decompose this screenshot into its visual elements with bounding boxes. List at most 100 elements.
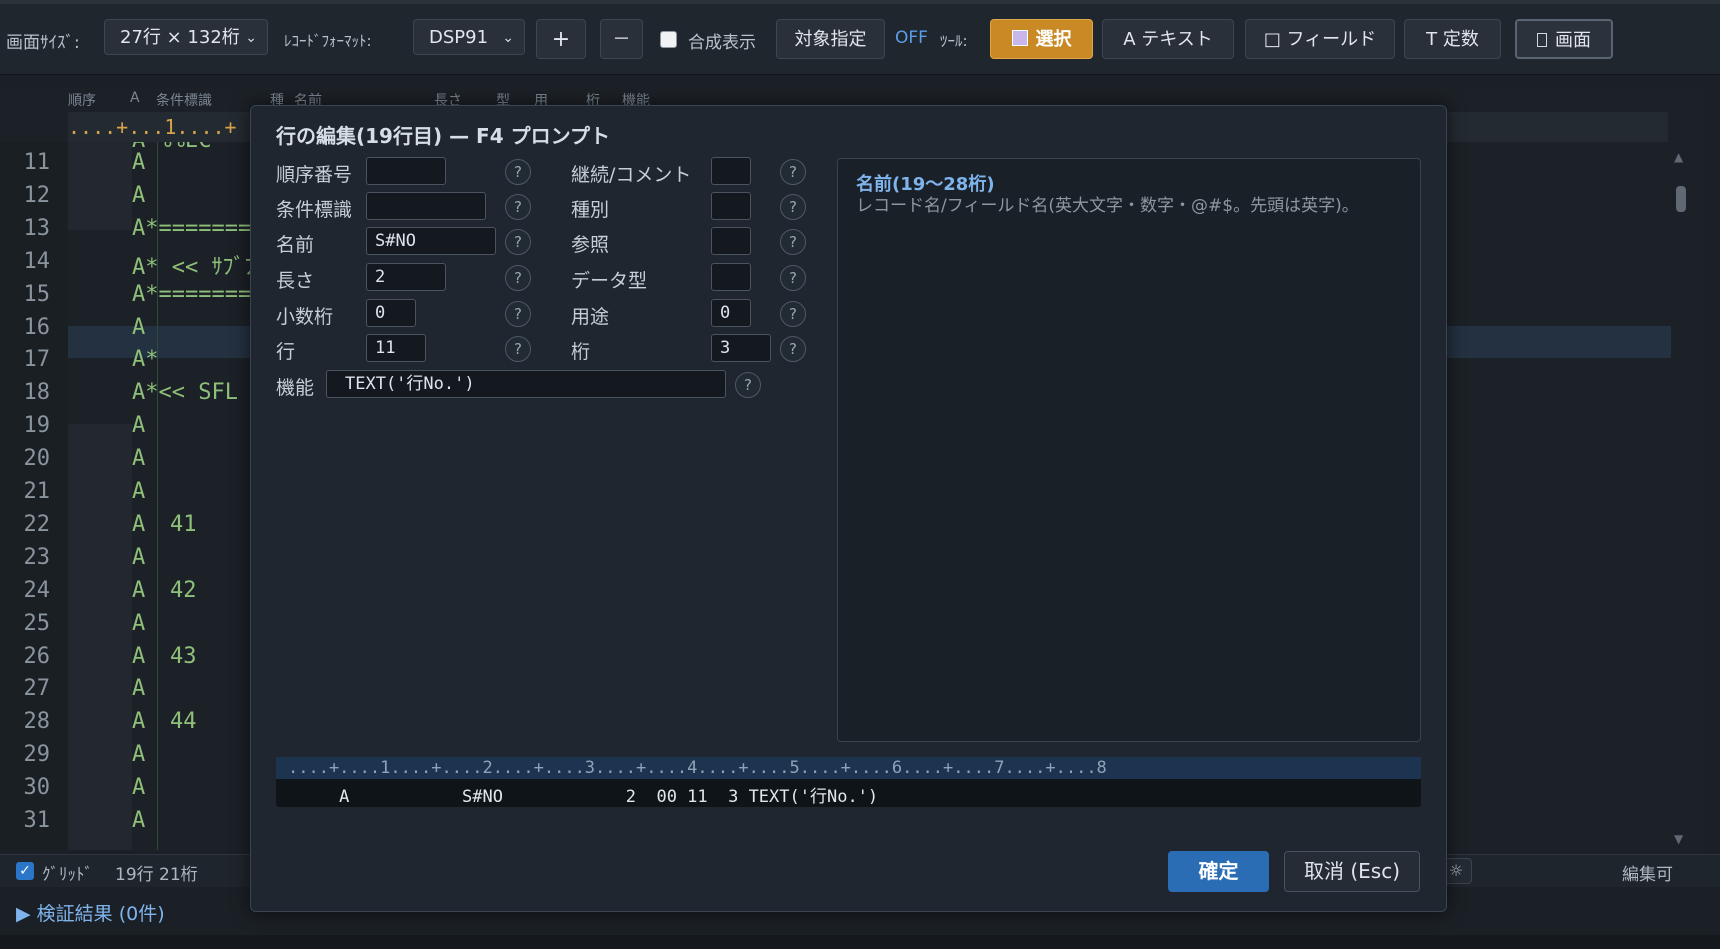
code-line: A — [132, 742, 146, 768]
code-line: A — [132, 544, 146, 570]
field-help-panel: 名前(19〜28桁) レコード名/フィールド名(英大文字・数字・@#$。先頭は英… — [837, 158, 1421, 742]
row-label: 行 — [276, 341, 296, 363]
select-tool-label: 選択 — [1035, 29, 1072, 50]
code-line: A — [132, 610, 146, 636]
code-line: A — [132, 775, 146, 801]
scrollbar-thumb[interactable] — [1676, 186, 1686, 212]
bottom-strip — [0, 935, 1720, 949]
indicator-value: 43 — [170, 643, 197, 669]
cond-label: 条件標識 — [276, 199, 353, 221]
document-icon — [1537, 33, 1547, 47]
row-input[interactable]: 11 — [366, 334, 426, 362]
code-line: A — [132, 676, 146, 702]
decimal-input[interactable]: 0 — [366, 299, 416, 327]
screen-size-select[interactable]: 27行 × 132桁 ⌄ — [104, 19, 268, 55]
target-status: OFF — [895, 28, 928, 48]
indicator-value: 42 — [170, 577, 197, 603]
dtype-help-icon[interactable]: ? — [780, 265, 806, 291]
indicator-value: 41 — [170, 511, 197, 537]
usage-input[interactable]: 0 — [711, 299, 751, 327]
row-help-icon[interactable]: ? — [505, 336, 531, 362]
func-label: 機能 — [276, 377, 315, 399]
select-tool-button[interactable]: 選択 — [990, 19, 1093, 59]
help-title: 名前(19〜28桁) — [856, 174, 995, 195]
cond-help-icon[interactable]: ? — [505, 194, 531, 220]
scroll-up-icon[interactable]: ▲ — [1674, 150, 1683, 164]
code-line: A — [132, 182, 146, 208]
grid-checkbox[interactable]: ✓ — [16, 862, 34, 880]
toolbar: 画面ｻｲｽﾞ: 27行 × 132桁 ⌄ ﾚｺｰﾄﾞﾌｫｰﾏｯﾄ: DSP91 … — [0, 0, 1720, 75]
cursor-position: 19行 21桁 — [115, 865, 198, 885]
line-edit-dialog: 行の編集(19行目) — F4 プロンプト 順序番号 ? 条件標識 ? 名前 S… — [250, 105, 1447, 912]
target-button[interactable]: 対象指定 — [776, 19, 885, 59]
code-line: A*======== — [132, 215, 265, 241]
screen-size-value: 27行 × 132桁 — [120, 27, 240, 48]
code-line: A — [132, 150, 146, 175]
col-help-icon[interactable]: ? — [780, 336, 806, 362]
ref-help-icon[interactable]: ? — [780, 229, 806, 255]
ref-label: 参照 — [571, 234, 610, 256]
constant-tool-button[interactable]: T 定数 — [1404, 19, 1501, 59]
col-seq: 順序 — [68, 93, 96, 109]
kind-label: 種別 — [571, 199, 610, 221]
code-line: A — [132, 479, 146, 504]
scroll-down-icon[interactable]: ▼ — [1674, 832, 1683, 846]
col-input[interactable]: 3 — [711, 334, 771, 362]
screen-size-label: 画面ｻｲｽﾞ: — [6, 33, 80, 53]
code-line: A — [132, 314, 146, 340]
name-input[interactable]: S#NO — [366, 227, 496, 255]
func-help-icon[interactable]: ? — [735, 372, 761, 398]
remove-format-button[interactable]: － — [600, 19, 643, 59]
code-line: A — [132, 643, 146, 669]
cont-label: 継続/コメント — [571, 164, 692, 186]
code-line: A*======== — [132, 281, 265, 307]
usage-label: 用途 — [571, 306, 610, 328]
col-cond: 条件標識 — [156, 93, 212, 109]
vertical-scrollbar[interactable]: ▲ ▼ — [1672, 142, 1690, 850]
field-tool-button[interactable]: □ フィールド — [1245, 19, 1395, 59]
kind-input[interactable] — [711, 192, 751, 220]
cont-input[interactable] — [711, 157, 751, 185]
cond-input[interactable] — [366, 192, 486, 220]
screen-tool-button[interactable]: 画面 — [1515, 19, 1613, 59]
text-tool-button[interactable]: A テキスト — [1102, 19, 1234, 59]
seq-label: 順序番号 — [276, 164, 353, 186]
kind-help-icon[interactable]: ? — [780, 194, 806, 220]
code-line: A — [132, 577, 146, 603]
chevron-down-icon: ⌄ — [245, 30, 257, 46]
code-line: A — [132, 709, 146, 735]
preview-line: A S#NO 2 00 11 3 TEXT('行No.') — [288, 787, 879, 807]
record-format-select[interactable]: DSP91 ⌄ — [413, 19, 525, 55]
composite-checkbox[interactable] — [660, 31, 677, 48]
window-top-strip — [0, 0, 1720, 4]
confirm-button[interactable]: 確定 — [1168, 851, 1269, 892]
dtype-input[interactable] — [711, 263, 751, 291]
seq-help-icon[interactable]: ? — [505, 159, 531, 185]
source-preview: ....+....1....+....2....+....3....+....4… — [276, 757, 1421, 807]
code-line: A*<< SFL R — [132, 380, 265, 406]
usage-help-icon[interactable]: ? — [780, 301, 806, 327]
cont-help-icon[interactable]: ? — [780, 159, 806, 185]
record-format-value: DSP91 — [429, 27, 489, 48]
tools-label: ﾂｰﾙ: — [940, 32, 968, 50]
code-line: A* << ｻﾌﾞﾌ — [132, 254, 256, 280]
name-help-icon[interactable]: ? — [505, 229, 531, 255]
dtype-label: データ型 — [571, 270, 648, 292]
func-input[interactable]: TEXT('行No.') — [326, 370, 726, 398]
add-format-button[interactable]: + — [536, 19, 586, 59]
ref-input[interactable] — [711, 227, 751, 255]
dialog-title: 行の編集(19行目) — F4 プロンプト — [276, 124, 610, 148]
col-label: 桁 — [571, 341, 591, 363]
indicator-value: 44 — [170, 709, 197, 735]
decimal-help-icon[interactable]: ? — [505, 301, 531, 327]
length-help-icon[interactable]: ? — [505, 265, 531, 291]
grid-label: ｸﾞﾘｯﾄﾞ — [42, 865, 93, 885]
screen-tool-label: 画面 — [1555, 30, 1591, 51]
verification-toggle[interactable]: ▶ 検証結果 (0件) — [16, 899, 165, 926]
cancel-button[interactable]: 取消 (Esc) — [1284, 851, 1420, 892]
seq-input[interactable] — [366, 157, 446, 185]
length-input[interactable]: 2 — [366, 263, 446, 291]
code-line: A — [132, 511, 146, 537]
preview-ruler: ....+....1....+....2....+....3....+....4… — [276, 757, 1421, 779]
code-line: A — [132, 808, 146, 833]
